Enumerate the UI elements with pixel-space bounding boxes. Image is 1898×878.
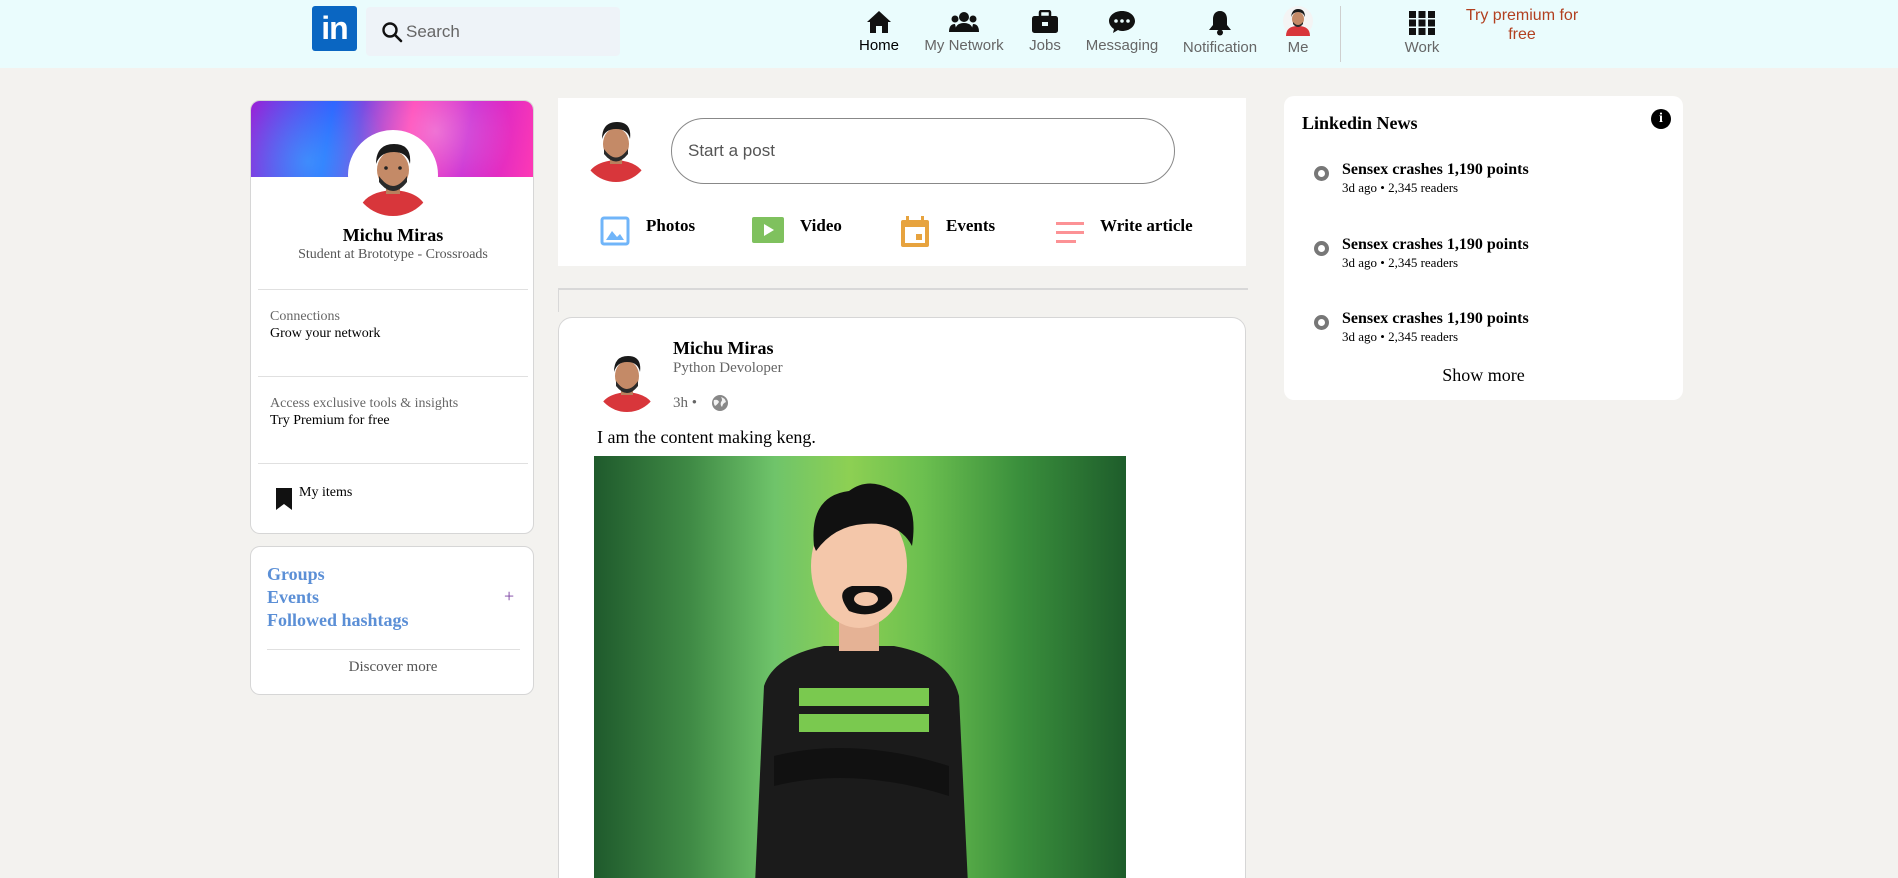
search-box[interactable] [366,7,620,56]
profile-card: Michu Miras Student at Brototype - Cross… [250,100,534,534]
bookmark-icon [276,488,292,510]
events-link[interactable]: Events [267,587,319,608]
post-timestamp: 3h • [673,395,698,411]
followed-hashtags-link[interactable]: Followed hashtags [267,610,409,631]
briefcase-icon [1032,10,1058,33]
article-icon [1056,222,1084,243]
news-meta: 3d ago • 2,345 readers [1342,329,1459,344]
nav-me[interactable]: Me [1280,6,1316,56]
news-bullet-icon [1314,315,1329,330]
news-bullet-icon [1314,241,1329,256]
globe-icon [712,395,728,411]
news-bullet-icon [1314,166,1329,181]
nav-my-network[interactable]: My Network [922,10,1006,54]
divider [258,376,528,377]
post-text: I am the content making keng. [597,427,816,447]
news-headline: Sensex crashes 1,190 points [1342,161,1529,178]
try-premium-link[interactable]: Try premium for free [1462,6,1582,44]
grow-network-link[interactable]: Grow your network [270,326,380,342]
connections-label: Connections [270,309,340,324]
linkedin-logo[interactable]: in [312,6,357,51]
home-icon [867,11,891,33]
video-label: Video [800,216,842,235]
network-icon [949,12,979,32]
nav-my-network-label: My Network [924,37,1004,54]
feed-separator [558,288,1248,290]
show-more-button[interactable]: Show more [1284,365,1683,386]
calendar-icon [901,216,929,247]
divider [258,289,528,290]
nav-home-label: Home [858,37,899,54]
groups-card: Groups Events Followed hashtags + Discov… [250,546,534,695]
grid-icon [1409,11,1435,35]
nav-me-label: Me [1287,39,1309,56]
video-icon [752,217,784,243]
nav-work-label: Work [1404,39,1440,56]
discover-more-button[interactable]: Discover more [251,659,533,676]
divider [267,649,520,650]
news-headline: Sensex crashes 1,190 points [1342,236,1529,253]
nav-jobs[interactable]: Jobs [1028,10,1062,54]
nav-notification[interactable]: Notification [1182,10,1258,56]
post-image[interactable] [594,456,1126,878]
premium-promo-label: Access exclusive tools & insights [270,396,459,411]
post-box-avatar[interactable] [582,114,650,182]
info-icon[interactable]: i [1651,109,1671,129]
photo-icon [600,216,630,246]
nav-notification-label: Notification [1182,39,1258,56]
nav-work[interactable]: Work [1402,10,1442,56]
feed-separator [558,288,559,312]
write-article-label: Write article [1100,216,1193,235]
news-meta: 3d ago • 2,345 readers [1342,180,1459,195]
message-icon [1109,11,1135,33]
try-premium-free-link[interactable]: Try Premium for free [270,413,390,429]
start-post-input[interactable] [671,118,1175,184]
add-event-button[interactable]: + [504,586,514,607]
divider [258,463,528,464]
events-post-label: Events [946,216,996,235]
nav-messaging-label: Messaging [1085,37,1159,54]
bell-icon [1209,11,1231,36]
profile-headline: Student at Brototype - Crossroads [298,247,488,262]
search-input[interactable] [406,7,606,56]
feed-post: Michu Miras Python Devoloper 3h • I am t… [558,317,1246,878]
avatar [1283,6,1313,36]
news-card: Linkedin News i Sensex crashes 1,190 poi… [1284,96,1683,400]
news-title: Linkedin News [1302,113,1418,133]
my-items-label: My items [299,485,353,500]
news-headline: Sensex crashes 1,190 points [1342,310,1529,327]
nav-home[interactable]: Home [856,10,902,54]
nav-messaging[interactable]: Messaging [1084,10,1160,54]
nav-divider [1340,6,1341,62]
profile-name[interactable]: Michu Miras [251,225,533,246]
groups-link[interactable]: Groups [267,564,325,585]
post-author-avatar[interactable] [595,348,659,412]
post-author-name[interactable]: Michu Miras [673,338,774,359]
photos-label: Photos [646,216,696,235]
search-icon [382,22,403,43]
news-meta: 3d ago • 2,345 readers [1342,255,1459,270]
start-post-box: Photos Video Events Write article [558,98,1246,266]
profile-avatar[interactable] [348,130,438,220]
post-author-title: Python Devoloper [673,360,783,376]
top-navbar: in Home My Network Jobs Messaging Notifi… [0,0,1898,68]
nav-jobs-label: Jobs [1029,37,1061,54]
